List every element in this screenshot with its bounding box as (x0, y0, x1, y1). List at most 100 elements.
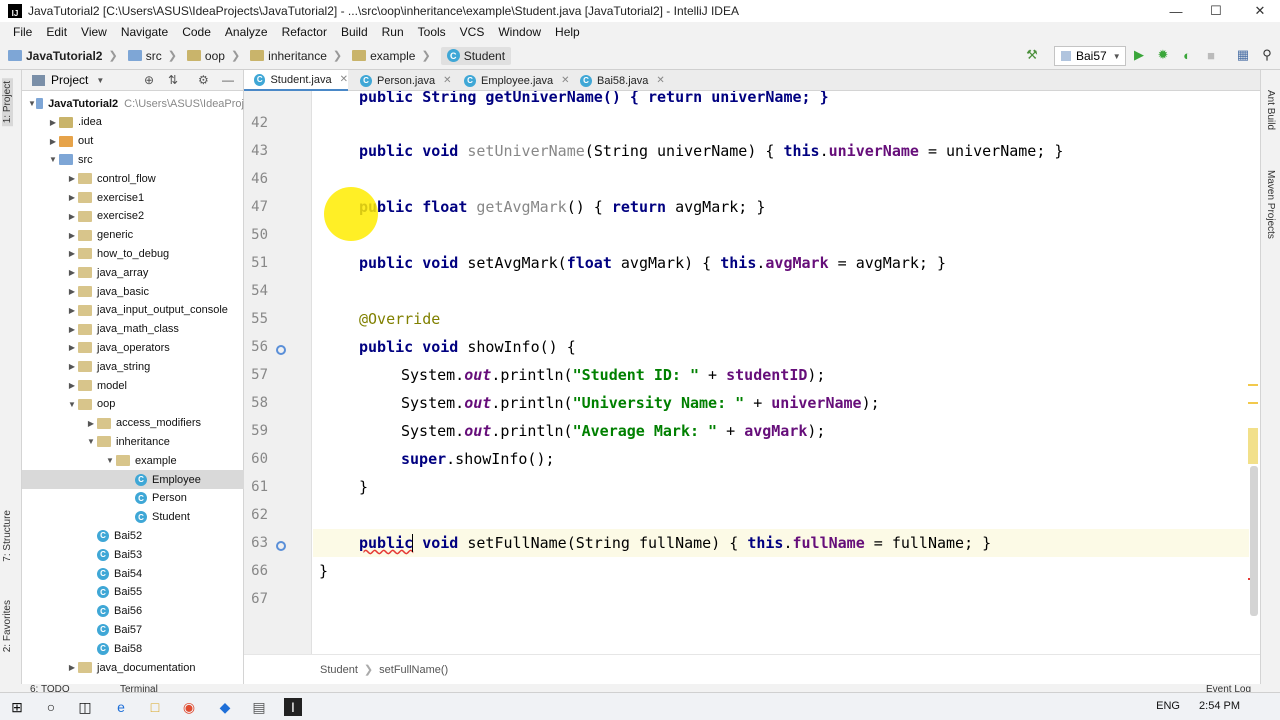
tree-item[interactable]: ▶ java_basic (22, 282, 244, 301)
tree-item[interactable]: C Student (22, 508, 244, 527)
tree-item[interactable]: C Bai56 (22, 602, 244, 621)
tree-item[interactable]: ▶ java_input_output_console (22, 301, 244, 320)
tree-item[interactable]: C Bai57 (22, 620, 244, 639)
chevron-right-icon[interactable]: ▶ (85, 419, 97, 428)
minimize-button[interactable]: — (1154, 0, 1198, 22)
stop-icon[interactable]: ■ (1203, 47, 1219, 63)
tree-item[interactable]: C Person (22, 489, 244, 508)
hide-panel-icon[interactable]: — (222, 73, 234, 87)
chevron-down-icon[interactable]: ▼ (85, 437, 97, 446)
tree-item[interactable]: ▶ access_modifiers (22, 414, 244, 433)
chevron-down-icon[interactable]: ▼ (66, 400, 78, 409)
breadcrumb-class[interactable]: Student (320, 664, 358, 676)
tree-item[interactable]: ▶ java_string (22, 357, 244, 376)
tool-tab-favorites[interactable]: 2: Favorites (2, 600, 13, 652)
clock[interactable]: 2:54 PM (1199, 700, 1240, 712)
tree-item[interactable]: C Bai58 (22, 639, 244, 658)
nav-crumb-oop[interactable]: oop ❯ (186, 49, 246, 63)
close-tab-icon[interactable]: ✕ (340, 74, 348, 85)
menu-run[interactable]: Run (375, 25, 411, 39)
chevron-right-icon[interactable]: ▶ (66, 381, 78, 390)
menu-analyze[interactable]: Analyze (218, 25, 275, 39)
tab-employee-java[interactable]: C Employee.java ✕ (454, 70, 574, 91)
tree-item[interactable]: C Bai52 (22, 526, 244, 545)
tree-item[interactable]: ▶ how_to_debug (22, 244, 244, 263)
tree-item[interactable]: ▶ java_math_class (22, 320, 244, 339)
debug-icon[interactable]: ✹ (1155, 47, 1171, 63)
chevron-down-icon[interactable]: ▼ (96, 76, 104, 85)
menu-window[interactable]: Window (491, 25, 548, 39)
menu-tools[interactable]: Tools (411, 25, 453, 39)
tab-student-java[interactable]: C Student.java ✕ (244, 70, 348, 91)
project-panel-title[interactable]: Project (51, 73, 88, 87)
tree-item[interactable]: C Bai55 (22, 583, 244, 602)
tree-item[interactable]: ▶ out (22, 132, 244, 151)
locate-icon[interactable]: ⊕ (144, 73, 154, 87)
chevron-right-icon[interactable]: ▶ (66, 268, 78, 277)
tree-item[interactable]: ▼ inheritance (22, 432, 244, 451)
build-hammer-icon[interactable]: ⚒ (1024, 47, 1040, 63)
tab-bai58-java[interactable]: C Bai58.java ✕ (570, 70, 670, 91)
chevron-right-icon[interactable]: ▶ (66, 306, 78, 315)
chevron-right-icon[interactable]: ▶ (66, 193, 78, 202)
chevron-right-icon[interactable]: ▶ (66, 663, 78, 672)
tree-item[interactable]: ▼ example (22, 451, 244, 470)
run-icon[interactable]: ▶ (1131, 47, 1147, 63)
tool-tab-project[interactable]: 1: Project (2, 78, 13, 127)
tree-item[interactable]: ▼ oop (22, 395, 244, 414)
nav-crumb-inheritance[interactable]: inheritance ❯ (250, 49, 348, 63)
close-tab-icon[interactable]: ✕ (561, 75, 569, 86)
tree-item[interactable]: ▶ exercise2 (22, 207, 244, 226)
tool-tab-structure[interactable]: 7: Structure (2, 510, 13, 562)
menu-view[interactable]: View (74, 25, 114, 39)
chevron-right-icon[interactable]: ▶ (66, 343, 78, 352)
override-marker-icon[interactable] (276, 541, 286, 551)
chevron-down-icon[interactable]: ▼ (47, 155, 59, 164)
vertical-scrollbar[interactable] (1250, 466, 1258, 616)
tree-item[interactable]: C Bai53 (22, 545, 244, 564)
search-icon[interactable]: ○ (42, 698, 60, 716)
chevron-right-icon[interactable]: ▶ (66, 212, 78, 221)
chevron-down-icon[interactable]: ▼ (104, 456, 116, 465)
code-editor[interactable]: public String getUniverName() { return u… (313, 91, 1249, 654)
tree-item[interactable]: ▶ model (22, 376, 244, 395)
close-tab-icon[interactable]: ✕ (656, 75, 664, 86)
close-window-button[interactable]: ✕ (1238, 0, 1280, 22)
tree-item[interactable]: C Employee (22, 470, 244, 489)
menu-vcs[interactable]: VCS (453, 25, 492, 39)
coverage-icon[interactable]: ◐ (1179, 47, 1195, 63)
menu-edit[interactable]: Edit (39, 25, 74, 39)
tab-person-java[interactable]: C Person.java ✕ (350, 70, 454, 91)
tool-tab-ant-build[interactable]: Ant Build (1265, 90, 1276, 130)
tool-tab-maven-projects[interactable]: Maven Projects (1265, 170, 1276, 239)
tree-item[interactable]: ▶ java_operators (22, 338, 244, 357)
project-structure-icon[interactable]: ▦ (1235, 47, 1251, 63)
override-marker-icon[interactable] (276, 345, 286, 355)
tree-item[interactable]: C Bai54 (22, 564, 244, 583)
chevron-right-icon[interactable]: ▶ (66, 231, 78, 240)
breadcrumb-method[interactable]: setFullName() (379, 664, 448, 676)
chevron-right-icon[interactable]: ▶ (66, 325, 78, 334)
close-tab-icon[interactable]: ✕ (443, 75, 451, 86)
menu-file[interactable]: File (6, 25, 39, 39)
menu-help[interactable]: Help (548, 25, 587, 39)
chevron-right-icon[interactable]: ▶ (47, 118, 59, 127)
tree-item[interactable]: ▶ java_documentation (22, 658, 244, 677)
tree-item[interactable]: ▼ JavaTutorial2 C:\Users\ASUS\IdeaProj (22, 94, 244, 113)
tree-item[interactable]: ▼ src (22, 150, 244, 169)
tree-item[interactable]: ▶ .idea (22, 113, 244, 132)
collapse-icon[interactable]: ⇅ (168, 73, 178, 87)
chevron-right-icon[interactable]: ▶ (66, 174, 78, 183)
intellij-taskbar-icon[interactable]: I (284, 698, 302, 716)
file-explorer-icon[interactable]: □ (146, 698, 164, 716)
input-language[interactable]: ENG (1156, 700, 1180, 712)
menu-navigate[interactable]: Navigate (114, 25, 175, 39)
chrome-icon[interactable]: ◉ (180, 698, 198, 716)
tree-item[interactable]: ▶ control_flow (22, 169, 244, 188)
chevron-right-icon[interactable]: ▶ (66, 249, 78, 258)
nav-crumb-student[interactable]: C Student (440, 46, 512, 65)
gear-icon[interactable]: ⚙ (198, 73, 209, 87)
nav-crumb-example[interactable]: example ❯ (352, 49, 437, 63)
notepad-icon[interactable]: ▤ (250, 698, 268, 716)
chevron-right-icon[interactable]: ▶ (47, 137, 59, 146)
